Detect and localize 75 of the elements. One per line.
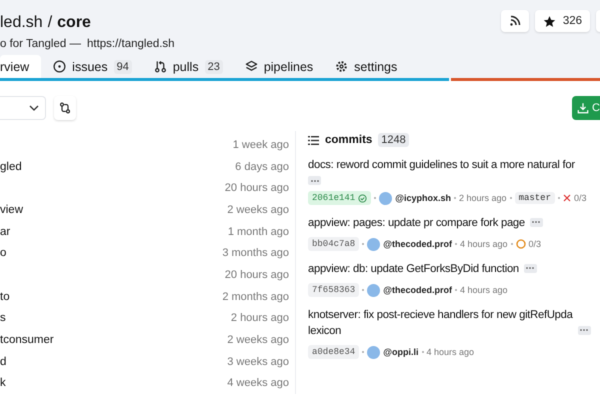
download-icon [577, 102, 589, 114]
layers-icon [244, 60, 258, 73]
commit-author[interactable]: @thecoded.prof [383, 285, 452, 295]
repo-tab[interactable]: pipelines [234, 55, 324, 78]
repo-name[interactable]: core [57, 14, 91, 32]
compare-icon [59, 102, 71, 114]
file-time: 20 hours ago [224, 268, 289, 281]
issue-icon [53, 60, 66, 73]
pipeline-status[interactable]: 0/3 [528, 239, 542, 249]
commit-author[interactable]: @icyphox.sh [395, 193, 452, 203]
expand-button[interactable] [524, 264, 537, 272]
file-name[interactable]: to [0, 290, 10, 303]
commit-time: 4 hours ago [460, 285, 508, 295]
commits-heading: commits [325, 134, 372, 146]
commit-hash[interactable]: bb04c7a8 [308, 237, 360, 251]
file-name[interactable]: s [0, 312, 6, 324]
file-time: 1 month ago [228, 226, 289, 238]
settings-icon [335, 60, 348, 73]
star-button[interactable]: 326 [534, 10, 590, 32]
file-time: 3 weeks ago [227, 356, 289, 368]
commit-message[interactable]: docs: reword commit guidelines to suit a more natural for [308, 157, 575, 173]
file-name[interactable]: tconsumer [0, 334, 54, 346]
file-time: 2 hours ago [230, 312, 289, 324]
file-name[interactable]: ar [0, 226, 10, 238]
file-time: 6 days ago [235, 160, 289, 173]
repo-tab[interactable]: pulls 23 [144, 55, 233, 78]
commit-time: 4 hours ago [460, 239, 508, 249]
branch-tag: master [514, 192, 555, 204]
file-name[interactable]: k [0, 377, 6, 390]
commit-hash[interactable]: 2061e141 [308, 191, 372, 205]
file-time: 3 months ago [222, 247, 289, 260]
file-time: 20 hours ago [224, 182, 289, 194]
avatar [367, 346, 380, 358]
repo-tab[interactable]: settings [325, 55, 408, 78]
file-name[interactable]: o [0, 247, 6, 260]
file-time: 2 weeks ago [227, 204, 289, 216]
commit-hash[interactable]: 7f658363 [308, 283, 360, 297]
file-name[interactable]: view [0, 204, 24, 216]
commit-hash[interactable]: a0de8e34 [308, 345, 360, 359]
avatar [367, 238, 380, 250]
commit-time: 4 hours ago [426, 347, 474, 357]
file-name[interactable]: d [0, 356, 6, 368]
download-button[interactable]: C [572, 96, 600, 120]
rss-button[interactable] [500, 10, 529, 32]
path-separator: / [48, 14, 52, 32]
expand-button[interactable] [308, 176, 321, 185]
avatar [379, 192, 392, 204]
star-icon [542, 14, 556, 28]
rss-icon [508, 15, 521, 27]
commit-message[interactable]: appview: pages: update pr compare fork page [308, 215, 525, 231]
file-time: 4 weeks ago [227, 377, 289, 390]
commit-time: 2 hours ago [459, 193, 507, 203]
list-icon [308, 136, 319, 144]
avatar [367, 284, 380, 296]
chevron-down-icon [29, 105, 39, 111]
file-time: 2 weeks ago [227, 334, 289, 346]
file-name[interactable]: gled [0, 160, 22, 173]
repo-tab[interactable]: issues 94 [43, 55, 142, 78]
compare-button[interactable] [54, 96, 76, 120]
commit-message[interactable]: appview: db: update GetForksByDid function [308, 261, 519, 277]
pull-request-icon [154, 60, 167, 73]
pipeline-status[interactable]: 0/3 [574, 193, 586, 203]
commit-message[interactable]: knotserver: fix post-recieve handlers for new gitRefUpda lexicon [308, 307, 573, 339]
expand-button[interactable] [578, 326, 591, 334]
file-time: 2 months ago [222, 290, 289, 303]
commit-count: 1248 [378, 133, 409, 147]
repo-link[interactable]: https://tangled.sh [86, 38, 175, 50]
expand-button[interactable] [530, 218, 543, 226]
commit-author[interactable]: @thecoded.prof [383, 239, 452, 249]
repo-description: o for Tangled — [0, 38, 81, 50]
repo-owner[interactable]: led.sh [0, 14, 43, 32]
file-time: 1 week ago [232, 138, 289, 151]
verified-icon [358, 194, 368, 202]
repo-tab[interactable]: rview [0, 55, 42, 78]
commit-author[interactable]: @oppi.li [383, 347, 418, 357]
